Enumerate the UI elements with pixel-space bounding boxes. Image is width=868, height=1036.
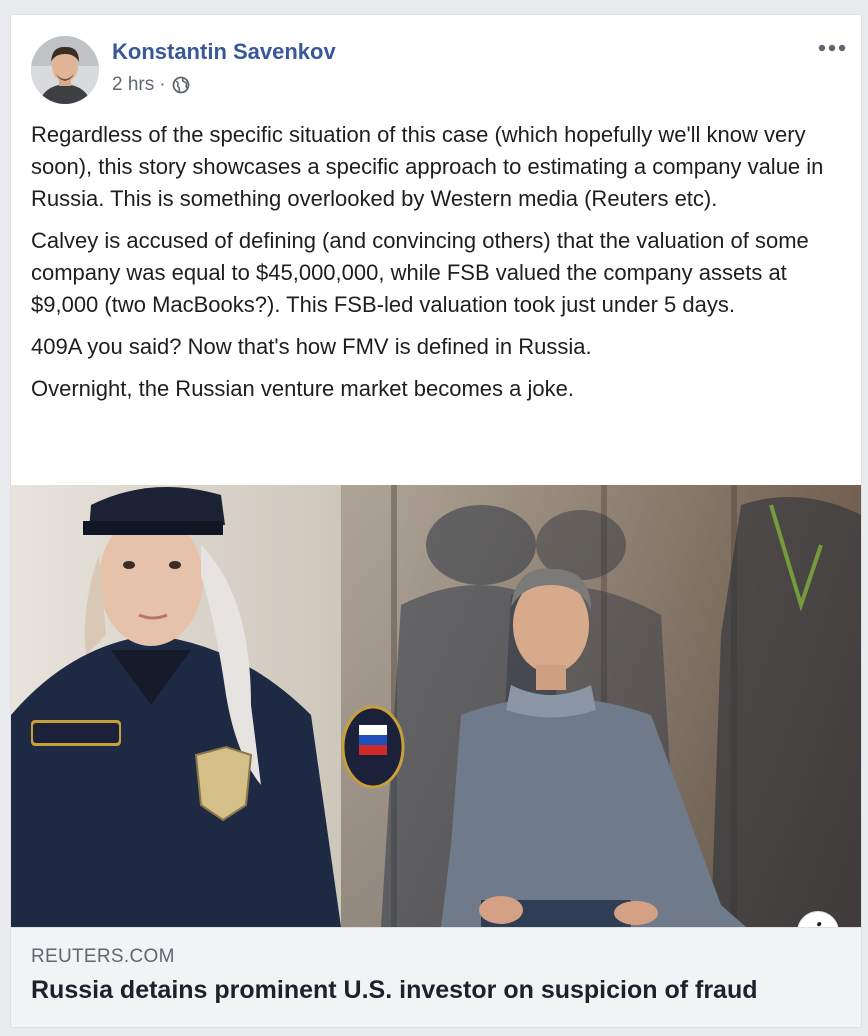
avatar-image [31,36,99,104]
post-timestamp[interactable]: 2 hrs [112,74,154,96]
author-avatar[interactable] [31,36,99,104]
link-preview-footer[interactable]: REUTERS.COM Russia detains prominent U.S… [11,927,861,1027]
post-meta: 2 hrs · [112,74,190,96]
post-card: Konstantin Savenkov 2 hrs · Regardless o… [10,14,862,1028]
post-paragraph: Calvey is accused of defining (and convi… [31,228,809,317]
link-domain: REUTERS.COM [31,946,175,967]
post-paragraph: Overnight, the Russian venture market be… [31,376,574,401]
globe-icon[interactable] [172,76,190,94]
more-options-icon[interactable] [817,41,847,55]
post-paragraph: Regardless of the specific situation of … [31,122,824,211]
courtroom-photo [11,485,861,927]
post-paragraph: 409A you said? Now that's how FMV is def… [31,334,592,359]
link-headline[interactable]: Russia detains prominent U.S. investor o… [31,976,758,1005]
post-header: Konstantin Savenkov 2 hrs · [11,15,861,115]
link-preview-image[interactable] [11,485,861,927]
post-body: Regardless of the specific situation of … [31,119,841,415]
author-name-link[interactable]: Konstantin Savenkov [112,39,336,65]
meta-separator: · [159,74,166,95]
